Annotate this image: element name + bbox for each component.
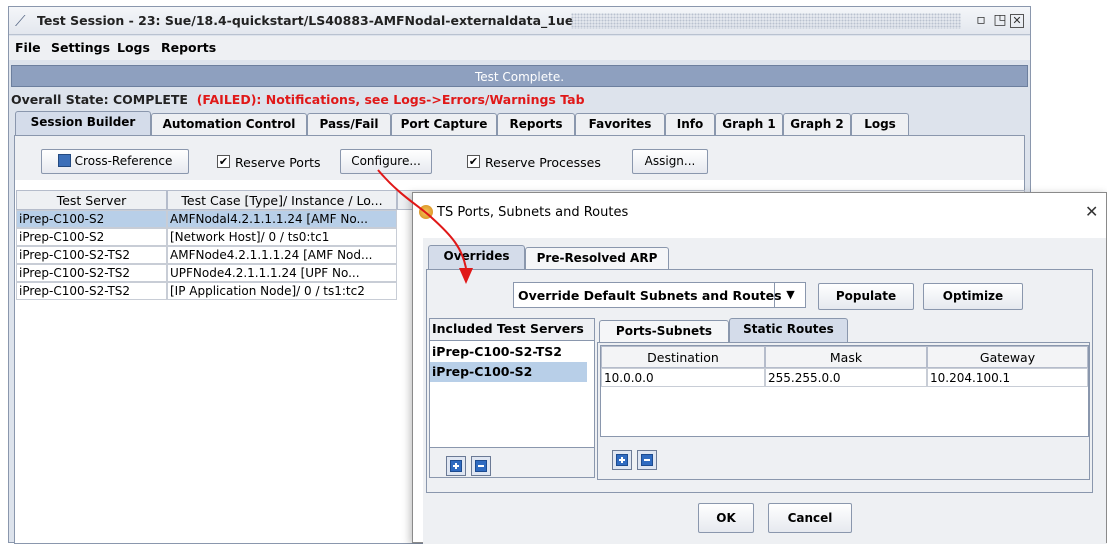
annotation-arrow: [377, 169, 473, 284]
